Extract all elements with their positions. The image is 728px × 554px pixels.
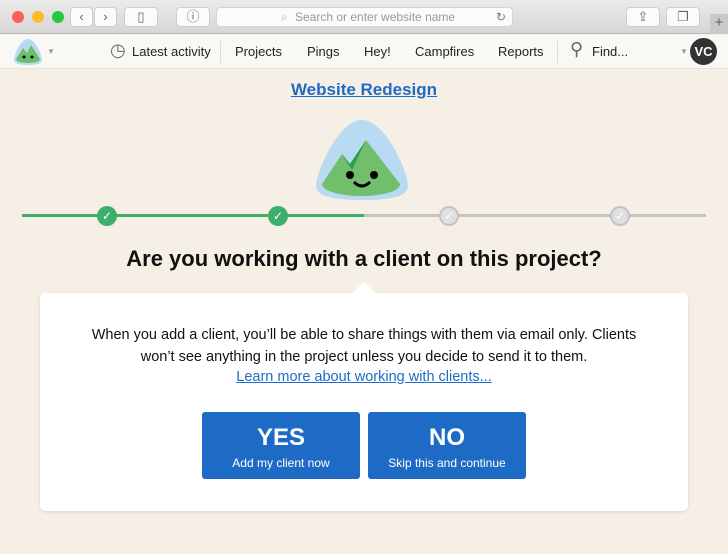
reload-icon[interactable]: ↻ (496, 8, 506, 26)
app-nav: ▼ ◷ Latest activity Projects Pings Hey! … (0, 35, 728, 69)
logo-dropdown-icon[interactable]: ▼ (47, 47, 55, 56)
project-title[interactable]: Website Redesign (0, 80, 728, 100)
minimize-window-button[interactable] (32, 11, 44, 23)
avatar[interactable]: VC (690, 38, 717, 65)
progress-step-1: ✓ (97, 206, 117, 226)
progress-track-complete (22, 214, 364, 217)
yes-button[interactable]: YES Add my client now (202, 412, 360, 479)
clock-icon: ◷ (110, 40, 126, 60)
nav-projects[interactable]: Projects (235, 44, 282, 59)
description: When you add a client, you’ll be able to… (40, 324, 688, 368)
question-heading: Are you working with a client on this pr… (126, 246, 602, 271)
nav-latest-activity[interactable]: Latest activity (132, 44, 211, 59)
no-label: NO (429, 424, 465, 451)
password-manager-icon[interactable]: ⓘ (176, 7, 210, 27)
progress-track-incomplete (364, 214, 706, 217)
nav-find[interactable]: Find... (592, 44, 628, 59)
yes-label: YES (256, 424, 306, 451)
new-tab-button[interactable]: + (710, 14, 728, 34)
progress-step-4: ✓ (610, 206, 630, 226)
tabs-icon[interactable]: ❐ (666, 7, 700, 27)
learn-more-link[interactable]: Learn more about working with clients... (40, 369, 688, 385)
avatar-dropdown-icon[interactable]: ▼ (680, 47, 688, 56)
nav-hey[interactable]: Hey! (364, 44, 391, 59)
progress-step-2: ✓ (268, 206, 288, 226)
search-icon: ⌕ (281, 10, 288, 24)
no-sublabel: Skip this and continue (388, 456, 506, 470)
nav-reports[interactable]: Reports (498, 44, 544, 59)
address-bar[interactable]: ⌕ Search or enter website name ↻ (216, 7, 513, 27)
nav-pings[interactable]: Pings (307, 44, 340, 59)
basecamp-mascot-icon (316, 120, 408, 200)
no-button[interactable]: NO Skip this and continue (368, 412, 526, 479)
description-line: won’t see anything in the project unless… (140, 349, 588, 365)
close-window-button[interactable] (12, 11, 24, 23)
yes-sublabel: Add my client now (232, 456, 330, 470)
basecamp-logo-icon[interactable] (12, 38, 44, 66)
nav-campfires[interactable]: Campfires (415, 44, 474, 59)
client-card: When you add a client, you’ll be able to… (40, 282, 688, 511)
progress-step-3: ✓ (439, 206, 459, 226)
back-button[interactable]: ‹ (70, 7, 93, 27)
share-icon[interactable]: ⇪ (626, 7, 660, 27)
address-placeholder: Search or enter website name (295, 10, 456, 24)
browser-toolbar: ‹ › ▯ ⓘ ⌕ Search or enter website name ↻ ⇪… (0, 0, 728, 34)
forward-button[interactable]: › (94, 7, 117, 27)
description-line: When you add a client, you’ll be able to… (91, 327, 637, 343)
sidebar-icon[interactable]: ▯ (124, 7, 158, 27)
search-icon: ⚲ (570, 39, 584, 59)
zoom-window-button[interactable] (52, 11, 64, 23)
